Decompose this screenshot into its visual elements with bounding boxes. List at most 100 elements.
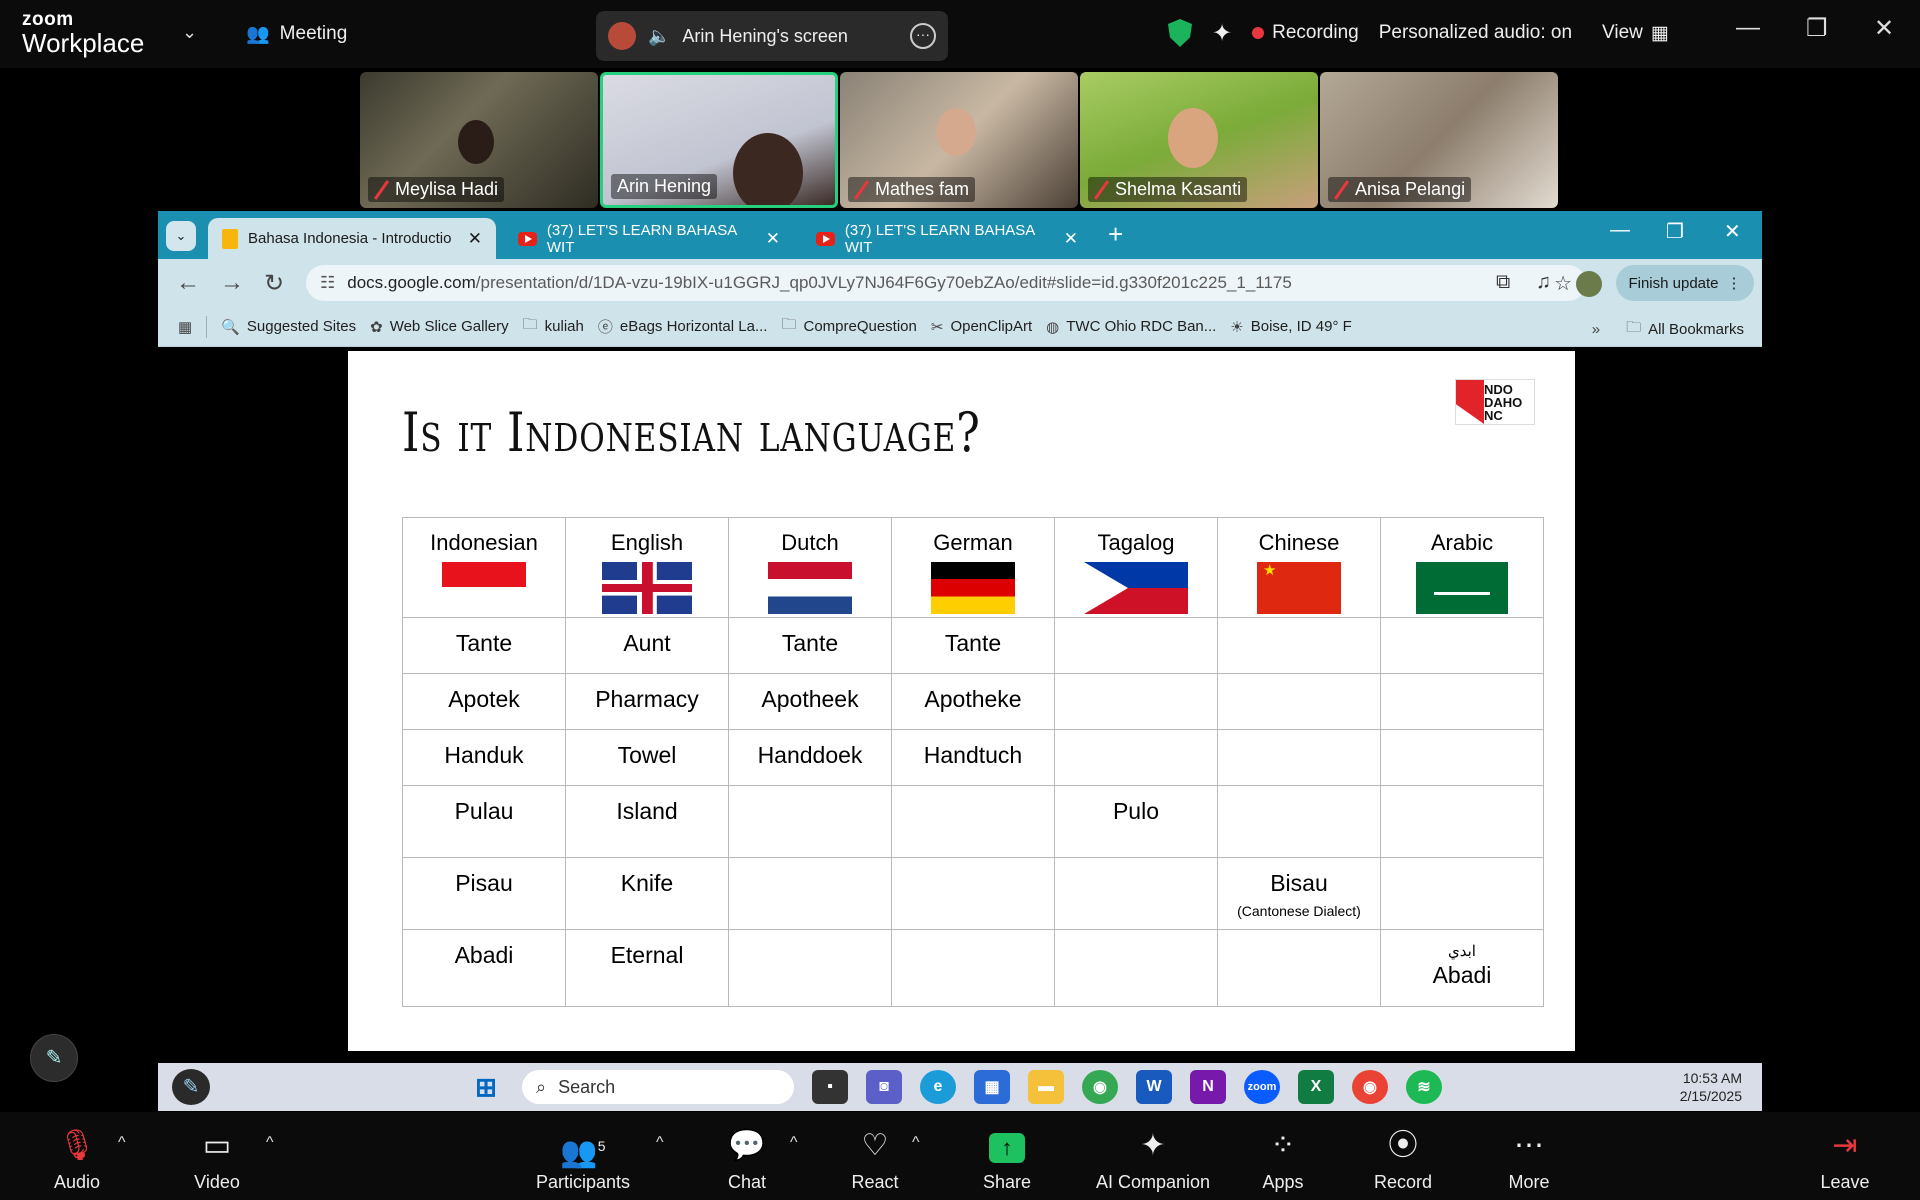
chevron-down-icon[interactable]: ⌄ [182,22,197,43]
onenote-icon[interactable]: N [1190,1070,1226,1104]
bookmark-label: CompreQuestion [803,318,917,335]
close-tab-icon[interactable]: ✕ [1064,229,1078,249]
meeting-label: Meeting [279,23,348,44]
close-icon[interactable]: ✕ [1874,14,1894,43]
video-tile-active-speaker[interactable]: Arin Hening [600,72,838,208]
extensions-icon[interactable]: ⧉ [1496,271,1510,294]
recording-indicator[interactable]: Recording [1252,22,1359,44]
clock-date: 2/15/2025 [1679,1088,1742,1104]
maximize-icon[interactable]: ❐ [1666,219,1684,244]
minimize-icon[interactable]: — [1610,219,1630,242]
restore-icon[interactable]: ❐ [1806,14,1828,43]
tab-slides[interactable]: Bahasa Indonesia - Introductio ✕ [208,218,496,259]
excel-icon[interactable]: X [1298,1070,1334,1104]
react-caret-icon[interactable]: ^ [912,1134,920,1152]
finish-update-button[interactable]: Finish update ⋮ [1616,265,1754,301]
screen-share-indicator[interactable]: 🔈 Arin Hening's screen ··· [596,11,948,61]
bookmark-folder[interactable]: 🗀 kuliah [523,314,584,339]
table-cell [1380,857,1544,930]
ai-companion-button[interactable]: ✦ AI Companion [1088,1126,1218,1193]
video-tile[interactable]: Anisa Pelangi [1320,72,1558,208]
taskbar-clock[interactable]: 10:53 AM 2/15/2025 [1680,1069,1742,1105]
header-label: Tagalog [1097,530,1175,555]
forward-icon[interactable]: → [220,269,244,297]
header-label: Indonesian [430,530,538,555]
minimize-icon[interactable]: — [1736,14,1760,42]
tab-youtube-1[interactable]: (37) LET'S LEARN BAHASA WIT ✕ [504,218,794,259]
table-cell: Handtuch [891,729,1055,786]
pen-icon[interactable]: ✎ [172,1069,210,1105]
view-button[interactable]: View ▦ [1602,22,1669,45]
participants-button[interactable]: 👥5 Participants [528,1126,638,1193]
chat-button[interactable]: 💬 Chat [692,1126,802,1193]
share-button[interactable]: ↑ Share [952,1126,1062,1193]
media-control-icon[interactable]: ♫ [1536,271,1551,294]
video-tile[interactable]: Shelma Kasanti [1080,72,1318,208]
ai-sparkle-icon[interactable]: ✦ [1212,19,1232,48]
close-icon[interactable]: ✕ [1724,219,1741,244]
task-view-icon[interactable]: ▪ [812,1070,848,1104]
apps-button[interactable]: ⁘ Apps [1228,1126,1338,1193]
bookmark-folder[interactable]: 🗀 CompreQuestion [781,314,916,339]
back-icon[interactable]: ← [176,269,200,297]
chrome-profile-icon[interactable]: ◉ [1352,1070,1388,1104]
tab-search-icon[interactable]: ⌄ [166,221,196,251]
more-button[interactable]: ⋯ More [1474,1126,1584,1193]
teams-icon[interactable]: ◙ [866,1070,902,1104]
annotate-pen-icon[interactable]: ✎ [30,1034,78,1082]
video-tile[interactable]: Mathes fam [840,72,1078,208]
leave-button[interactable]: ⇥ Leave [1790,1126,1900,1193]
reload-icon[interactable]: ↻ [264,269,284,298]
uk-flag-icon [602,562,692,614]
bookmark-item[interactable]: ✿ Web Slice Gallery [370,318,509,336]
meeting-info-button[interactable]: 👥 Meeting [246,22,347,46]
grid-icon: ▦ [1650,22,1669,44]
store-icon[interactable]: ▦ [974,1070,1010,1104]
bookmark-item[interactable]: 🔍 Suggested Sites [221,318,356,336]
spotify-icon[interactable]: ≋ [1406,1070,1442,1104]
address-bar[interactable]: ☷ docs.google.com/presentation/d/1DA-vzu… [306,265,1586,301]
bookmark-item[interactable]: ✂ OpenClipArt [931,318,1032,336]
word-icon[interactable]: W [1136,1070,1172,1104]
more-options-icon[interactable]: ··· [910,23,936,49]
chrome-icon[interactable]: ◉ [1082,1070,1118,1104]
edge-icon[interactable]: e [920,1070,956,1104]
file-explorer-icon[interactable]: ▬ [1028,1070,1064,1104]
audio-button[interactable]: 🎙 Audio [22,1126,132,1193]
all-bookmarks-button[interactable]: 🗀 All Bookmarks [1626,317,1744,342]
close-tab-icon[interactable]: ✕ [468,229,482,249]
zoom-icon[interactable]: zoom [1244,1070,1280,1104]
bookmark-item[interactable]: ⓔ eBags Horizontal La... [598,316,768,337]
record-button[interactable]: ⦿ Record [1348,1126,1458,1193]
close-tab-icon[interactable]: ✕ [766,229,780,249]
cell-word: Bisau [1270,870,1328,896]
video-button[interactable]: ▭ Video [162,1126,272,1193]
more-bookmarks-icon[interactable]: » [1592,321,1600,338]
taskbar-search[interactable]: ⌕ Search [522,1070,794,1104]
table-cell [728,929,892,1007]
bookmark-item[interactable]: ☀ Boise, ID 49° F [1230,318,1352,336]
new-tab-icon[interactable]: + [1108,219,1123,250]
bookmark-star-icon[interactable]: ☆ [1554,271,1572,296]
profile-avatar[interactable] [1576,271,1602,297]
video-options-caret-icon[interactable]: ^ [266,1134,274,1152]
site-info-icon[interactable]: ☷ [320,273,335,293]
header-indonesian: Indonesian [402,517,566,618]
windows-start-icon[interactable]: ⊞ [468,1070,504,1104]
logo-mark [1456,380,1484,424]
bookmark-item[interactable]: ◍ TWC Ohio RDC Ban... [1046,318,1216,336]
ai-label: AI Companion [1095,1172,1211,1192]
audio-options-caret-icon[interactable]: ^ [118,1134,126,1152]
personalized-audio-status[interactable]: Personalized audio: on [1379,22,1572,44]
share-label: Arin Hening's screen [682,25,848,46]
encryption-shield-icon[interactable] [1168,19,1192,47]
arabic-script: ابدي [1448,943,1476,960]
table-cell: Aunt [565,617,729,674]
avatar [608,22,636,50]
tab-youtube-2[interactable]: (37) LET'S LEARN BAHASA WIT ✕ [802,218,1092,259]
chat-caret-icon[interactable]: ^ [790,1134,798,1152]
video-tile[interactable]: Meylisa Hadi [360,72,598,208]
participants-caret-icon[interactable]: ^ [656,1134,664,1152]
dialect-note: (Cantonese Dialect) [1237,903,1361,919]
apps-grid-icon[interactable]: ▦ [178,318,192,336]
